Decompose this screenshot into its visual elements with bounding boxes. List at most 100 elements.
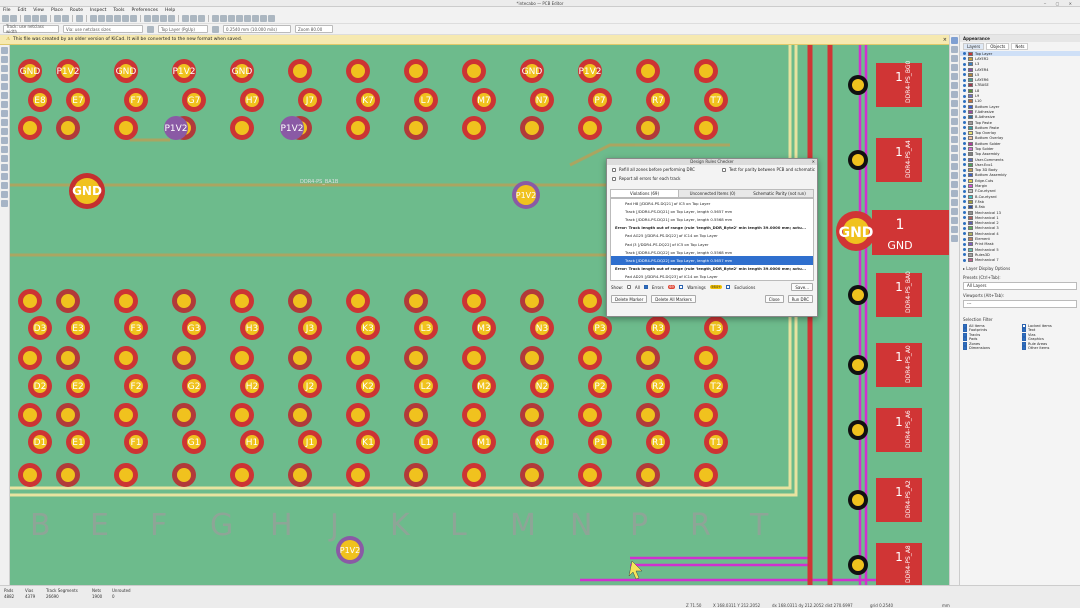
menu-tools[interactable]: Tools [113,8,124,13]
bga-pad[interactable]: M3 [472,316,496,340]
lock-icon[interactable] [182,15,189,22]
bga-pad[interactable]: K7 [356,88,380,112]
bga-pad[interactable]: H3 [240,316,264,340]
option-report-all[interactable]: Report all errors for each track [607,174,817,183]
cursor-icon[interactable] [1,101,8,108]
option-parity[interactable]: Test for parity between PCB and schemati… [717,165,815,174]
tune-skew-icon[interactable] [951,100,958,107]
bga-pad[interactable] [230,116,254,140]
bga-pad[interactable]: T1 [704,430,728,454]
contrast-icon[interactable] [1,164,8,171]
filter-all-radio[interactable] [626,285,631,289]
filter-exclusions-checkbox[interactable] [726,285,731,289]
bga-pad[interactable] [56,289,80,313]
add-text-icon[interactable] [951,190,958,197]
netlist-icon[interactable] [212,15,219,22]
visibility-icon[interactable] [963,110,966,114]
bga-pad[interactable]: R7 [646,88,670,112]
layer-row[interactable]: Mechanical 7 [960,258,1080,263]
layer-color-swatch[interactable] [968,199,973,204]
layer-color-swatch[interactable] [968,210,973,215]
selection-filter-item[interactable]: Footprints [963,328,1018,333]
bga-pad[interactable] [56,403,80,427]
visibility-icon[interactable] [963,68,966,72]
selection-filter-item[interactable]: Vias [1022,332,1077,337]
add-image-icon[interactable] [951,181,958,188]
visibility-icon[interactable] [963,57,966,61]
grid-origin-icon[interactable] [951,217,958,224]
visibility-icon[interactable] [963,73,966,77]
visibility-icon[interactable] [963,62,966,66]
bga-pad[interactable]: GND [230,59,254,83]
violation-error-row[interactable]: Error: Track length out of range (rule '… [611,224,813,232]
bga-pad[interactable] [346,403,370,427]
bga-pad[interactable]: H7 [240,88,264,112]
bga-pad[interactable]: GND [114,59,138,83]
bga-pad[interactable] [56,463,80,487]
layer-color-swatch[interactable] [968,231,973,236]
layer-color-swatch[interactable] [968,258,973,263]
bga-pad[interactable] [18,116,42,140]
bga-pad[interactable] [404,403,428,427]
connector-gnd-pad[interactable]: GND 1 GND [836,210,949,255]
bga-pad[interactable] [346,289,370,313]
bga-pad[interactable]: D1 [28,430,52,454]
filter-errors-checkbox[interactable] [643,285,648,289]
drc-icon[interactable] [244,15,251,22]
delete-tool-icon[interactable] [951,226,958,233]
bga-pad[interactable] [694,346,718,370]
bga-pad[interactable] [346,59,370,83]
viewports-select[interactable]: --- [963,299,1077,308]
selection-filter-item[interactable]: Dimensions [963,346,1018,351]
bga-pad[interactable]: J3 [298,316,322,340]
layer-color-swatch[interactable] [968,252,973,257]
bga-pad[interactable] [694,59,718,83]
bga-pad[interactable] [404,59,428,83]
visibility-icon[interactable] [963,211,966,215]
checkbox[interactable] [963,323,967,328]
bga-pad[interactable] [18,403,42,427]
rotate-ccw-icon[interactable] [144,15,151,22]
tab-unconnected[interactable]: Unconnected Items (0) [679,191,746,196]
layer-color-swatch[interactable] [968,67,973,72]
track-width-select[interactable]: Track: use netclass width [3,24,59,34]
layer-color-swatch[interactable] [968,168,973,173]
bga-pad[interactable] [404,116,428,140]
layer-color-swatch[interactable] [968,51,973,56]
visibility-icon[interactable] [963,83,966,87]
mirror-icon[interactable] [168,15,175,22]
selection-filter-item[interactable]: Other items [1022,346,1077,351]
checkbox[interactable] [1022,328,1026,333]
violation-item-row[interactable]: Pad J3 [/DDR4-PS.DQ22] of IC5 on Top Lay… [611,240,813,248]
violation-item-row[interactable]: Track [/DDR4-PS.DQ22] on Top Layer, leng… [611,248,813,256]
bga-pad[interactable]: T3 [704,316,728,340]
bga-pad[interactable]: N7 [530,88,554,112]
checkbox[interactable] [1022,346,1026,351]
bga-pad[interactable]: F3 [124,316,148,340]
layer-color-swatch[interactable] [968,131,973,136]
bga-pad[interactable] [288,463,312,487]
visibility-icon[interactable] [963,248,966,252]
refresh-icon[interactable] [90,15,97,22]
bga-pad[interactable] [462,346,486,370]
layer-color-swatch[interactable] [968,115,973,120]
visibility-icon[interactable] [963,136,966,140]
layer-color-swatch[interactable] [968,247,973,252]
delete-marker-button[interactable]: Delete Marker [611,295,648,303]
bga-pad[interactable] [636,403,660,427]
window-controls[interactable]: ‒ ▢ ✕ [1044,1,1076,6]
bga-pad[interactable] [462,59,486,83]
via-size-select[interactable]: Via: use netclass sizes [63,25,143,33]
footprint-editor-icon[interactable] [220,15,227,22]
bga-pad[interactable] [636,116,660,140]
unlock-icon[interactable] [190,15,197,22]
bga-pad[interactable] [636,59,660,83]
bga-pad[interactable]: D2 [28,374,52,398]
bga-pad[interactable]: P7 [588,88,612,112]
layer-display-options[interactable]: ▸ Layer Display Options [960,265,1080,272]
bga-pad[interactable] [520,403,544,427]
run-drc-button[interactable]: Run DRC [787,295,813,303]
bga-pad[interactable] [462,116,486,140]
bga-pad[interactable]: P3 [588,316,612,340]
checkbox[interactable] [963,341,967,346]
